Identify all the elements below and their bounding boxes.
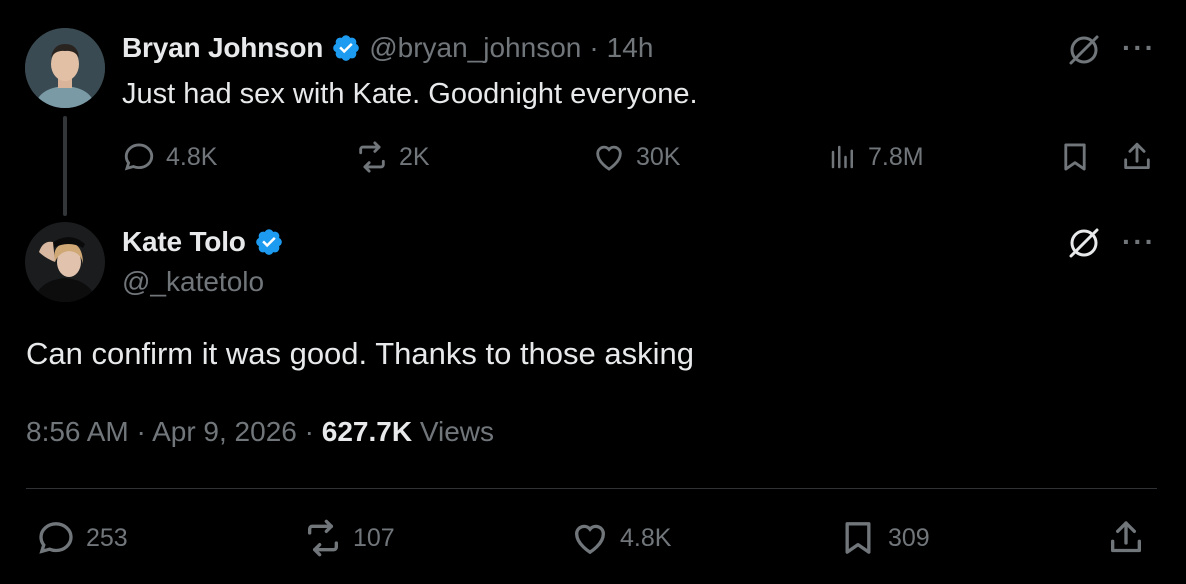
views-icon <box>831 145 853 169</box>
main-tweet-text: Can confirm it was good. Thanks to those… <box>26 336 694 371</box>
repost-icon <box>308 519 338 557</box>
reply-button[interactable]: 4.8K <box>122 140 217 174</box>
divider <box>26 488 1157 489</box>
like-button[interactable]: 4.8K <box>570 518 671 558</box>
like-count: 4.8K <box>620 523 672 552</box>
bookmark-button[interactable]: 309 <box>838 518 930 558</box>
like-button[interactable]: 30K <box>592 140 680 174</box>
verified-badge-icon <box>333 35 360 61</box>
share-button[interactable] <box>1120 140 1154 174</box>
repost-icon <box>359 141 385 173</box>
share-button[interactable] <box>1106 518 1146 558</box>
share-icon <box>1111 521 1141 553</box>
author-name[interactable]: Bryan Johnson <box>122 32 323 64</box>
author-name[interactable]: Kate Tolo <box>122 226 246 258</box>
tweet-time[interactable]: 8:56 AM <box>26 416 129 447</box>
tweet-meta: 8:56 AM · Apr 9, 2026 · 627.7K Views <box>26 416 494 448</box>
avatar-kate-tolo[interactable] <box>25 222 105 302</box>
avatar-bryan-johnson[interactable] <box>25 28 105 108</box>
repost-count: 107 <box>353 523 395 552</box>
views-button[interactable]: 7.8M <box>828 140 924 174</box>
views-label: Views <box>419 416 495 447</box>
separator-dot: · <box>589 32 599 63</box>
tweet-time-ago[interactable]: 14h <box>607 32 654 64</box>
author-handle[interactable]: @bryan_johnson <box>369 32 581 64</box>
separator-dot: · <box>136 416 146 447</box>
reply-count: 4.8K <box>166 142 218 171</box>
repost-button[interactable]: 107 <box>303 518 395 558</box>
more-options-icon[interactable]: ··· <box>1122 34 1156 62</box>
views-count: 7.8M <box>868 142 924 171</box>
bookmark-icon <box>1064 143 1086 171</box>
thread-connector-line <box>63 116 67 216</box>
more-options-icon[interactable]: ··· <box>1122 228 1156 256</box>
author-handle[interactable]: @_katetolo <box>122 266 264 298</box>
repost-button[interactable]: 2K <box>355 140 430 174</box>
heart-icon <box>596 145 622 171</box>
bookmark-icon <box>845 522 871 554</box>
reply-count: 253 <box>86 523 128 552</box>
verified-badge-icon <box>255 229 282 255</box>
reply-icon <box>124 143 154 171</box>
heart-icon <box>574 524 606 555</box>
bookmark-count: 309 <box>888 523 930 552</box>
separator-dot: · <box>304 416 314 447</box>
grok-icon[interactable] <box>1066 32 1102 73</box>
tweet-date[interactable]: Apr 9, 2026 <box>152 416 297 447</box>
parent-tweet-text: Just had sex with Kate. Goodnight everyo… <box>122 78 698 110</box>
share-icon <box>1124 142 1150 170</box>
grok-icon[interactable] <box>1066 225 1102 266</box>
repost-count: 2K <box>399 142 430 171</box>
parent-tweet-header: Bryan Johnson @bryan_johnson · 14h <box>122 28 653 68</box>
views-total[interactable]: 627.7K <box>322 416 412 447</box>
bookmark-button[interactable] <box>1058 140 1092 174</box>
main-tweet-header: Kate Tolo <box>122 222 284 262</box>
like-count: 30K <box>636 142 681 171</box>
reply-button[interactable]: 253 <box>36 518 128 558</box>
reply-icon <box>39 522 73 554</box>
